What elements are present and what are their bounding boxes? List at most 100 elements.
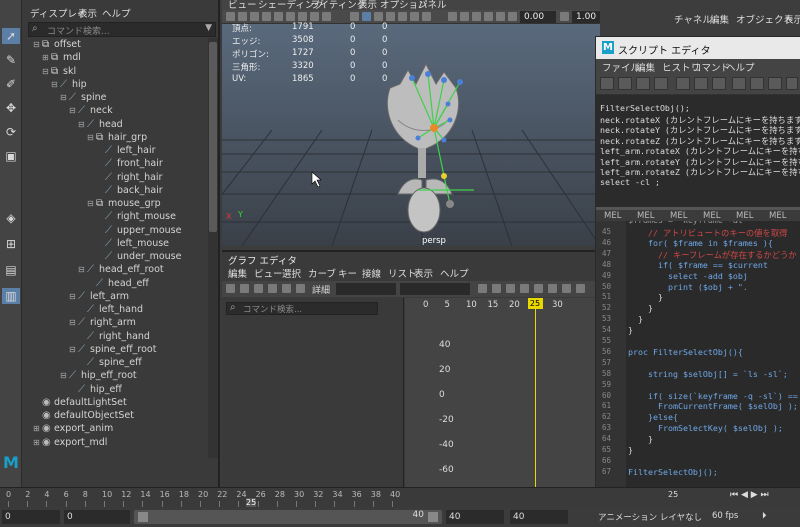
outliner-item-hip-eff[interactable]: ⟋ hip_eff [69,383,122,396]
graph-menu-item[interactable]: 接線 [362,266,381,280]
source-script-icon[interactable] [618,77,632,90]
graph-menu-item[interactable]: 表示 [414,266,433,280]
graph-search-input[interactable]: ⌕ コマンド検索... [226,302,378,315]
range-start-handle[interactable] [138,512,148,522]
layout-single-icon[interactable]: ◈ [2,210,20,226]
menu-show[interactable]: 表示 [784,12,800,26]
paint-tool-icon[interactable]: ✐ [2,76,20,92]
outliner-item-back-hair[interactable]: ⟋ back_hair [96,184,163,197]
open-script-icon[interactable] [600,77,614,90]
range-end-handle[interactable] [428,512,438,522]
clear-input-icon[interactable] [694,77,708,90]
outliner-item-hip-eff-root[interactable]: ⊟ ⟋ hip_eff_root [60,369,137,382]
select-tool-icon[interactable]: ➚ [2,28,20,44]
script-menu-item[interactable]: 編集 [636,60,655,74]
current-frame-field[interactable]: 25 [668,490,678,499]
outliner-item-front-hair[interactable]: ⟋ front_hair [96,157,163,170]
outliner-item-hair-grp[interactable]: ⊟ ⧉ hair_grp [87,131,147,144]
show-history-icon[interactable] [732,77,746,90]
expand-toggle-icon[interactable]: ⊞ [42,51,51,64]
script-tab-mel[interactable]: MEL [637,211,654,221]
expand-toggle-icon[interactable]: ⊟ [87,131,96,144]
graph-menu-item[interactable]: 編集 [228,266,247,280]
end-time-field[interactable]: 40 [510,510,568,524]
show-input-icon[interactable] [750,77,764,90]
outliner-item-head-eff-root[interactable]: ⊟ ⟋ head_eff_root [78,263,164,276]
start-time-field[interactable]: 0 [2,510,60,524]
tabs-icon[interactable] [786,77,798,90]
expand-toggle-icon[interactable]: ⊟ [87,197,96,210]
expand-toggle-icon[interactable]: ⊞ [33,422,42,435]
script-menu-item[interactable]: ヘルプ [726,60,755,74]
playback-end-field[interactable]: 40 [446,510,504,524]
flat-tangent-icon[interactable] [534,284,543,293]
outliner-item-right-mouse[interactable]: ⟋ right_mouse [96,210,176,223]
outliner-item-offset[interactable]: ⊟ ⧉ offset [33,38,81,51]
outliner-item-upper-mouse[interactable]: ⟋ upper_mouse [96,224,181,237]
playback-controls-icon[interactable]: ⏮ ◀ ▶ ⏭ [730,490,769,500]
key-time-field[interactable] [336,283,396,295]
graph-editor-plot[interactable]: 05101520253040200-20-40-60-8025 [405,298,600,500]
script-history-panel[interactable]: FilterSelectObj(); neck.rotateX (カレントフレーム… [596,95,800,207]
retime-icon[interactable] [282,284,291,293]
save-script-icon[interactable] [636,77,650,90]
expand-toggle-icon[interactable]: ⊟ [69,316,78,329]
lattice-icon[interactable] [254,284,263,293]
outliner-item-left-hand[interactable]: ⟋ left_hand [78,303,143,316]
script-input-panel[interactable]: 45 46 47 48 49 50 51 52 53 54 55 56 57 58 59 60 61 62 63 64… [596,221,800,495]
step-tangent-icon[interactable] [548,284,557,293]
script-tab-mel[interactable]: MEL [670,211,687,221]
outliner-item-left-hair[interactable]: ⟋ left_hair [96,144,156,157]
region-icon[interactable] [268,284,277,293]
expand-toggle-icon[interactable]: ⊟ [33,38,42,51]
expand-toggle-icon[interactable]: ⊟ [51,78,60,91]
move-tool-icon[interactable]: ✥ [2,100,20,116]
expand-toggle-icon[interactable]: ⊞ [33,436,42,449]
expand-toggle-icon[interactable]: ⊟ [69,290,78,303]
spline-tangent-icon[interactable] [492,284,501,293]
outliner-item-spine-eff[interactable]: ⟋ spine_eff [78,356,142,369]
current-frame-marker[interactable]: 25 [527,298,543,309]
menu-show[interactable]: 表示 [78,6,97,20]
time-slider[interactable]: 0 2 4 6 8 10 12 14 16 18 20 22 24 26 28 30 32 34 36 38 40 25 2… [0,487,800,508]
outliner-item-left-mouse[interactable]: ⟋ left_mouse [96,237,169,250]
chevron-down-icon[interactable]: ▼ [205,23,212,33]
outliner-item-defaultlightset[interactable]: ◉ defaultLightSet [33,396,127,409]
rotate-tool-icon[interactable]: ⟳ [2,124,20,140]
viewport-persp[interactable]: ビュー シェーディング ライティング 表示 オプション パネル 0.00 1.0… [222,0,600,246]
layout-four-icon[interactable]: ⊞ [2,236,20,252]
expand-toggle-icon[interactable]: ⊟ [42,65,51,78]
code-area[interactable]: $frames = `keyframe -at // アトリビュートのキーの値を… [628,221,800,495]
expand-toggle-icon[interactable]: ⊟ [60,369,69,382]
graph-menu-item[interactable]: ヘルプ [440,266,469,280]
graph-menu-item[interactable]: リスト [388,266,417,280]
outliner-item-right-hair[interactable]: ⟋ right_hair [96,171,162,184]
expand-toggle-icon[interactable]: ⊟ [78,118,87,131]
menu-edit[interactable]: 編集 [710,12,729,26]
scrollbar-thumb[interactable] [209,42,217,232]
graph-menu-item[interactable]: キー [338,266,357,280]
outliner-item-right-hand[interactable]: ⟋ right_hand [78,330,150,343]
script-menu-item[interactable]: ファイル [602,60,640,74]
plateau-tangent-icon[interactable] [562,284,571,293]
character-model[interactable] [222,0,600,246]
layout-split-icon[interactable]: ▤ [2,262,20,278]
show-both-icon[interactable] [768,77,782,90]
graph-menu-item[interactable]: カーブ [308,266,336,280]
outliner-item-export-anim[interactable]: ⊞ ◉ export_anim [33,422,113,435]
key-value-field[interactable] [400,283,470,295]
clear-all-icon[interactable] [712,77,726,90]
scale-tool-icon[interactable]: ▣ [2,148,20,164]
script-tab-mel[interactable]: MEL [703,211,720,221]
lasso-tool-icon[interactable]: ✎ [2,52,20,68]
outliner-item-mouse-grp[interactable]: ⊟ ⧉ mouse_grp [87,197,161,210]
anim-layer-dropdown[interactable]: アニメーション レイヤなし [598,511,702,523]
auto-key-icon[interactable]: ⏵ [762,511,767,521]
outliner-item-export-mdl[interactable]: ⊞ ◉ export_mdl [33,436,107,449]
outliner-item-head[interactable]: ⊟ ⟋ head [78,118,123,131]
linear-tangent-icon[interactable] [520,284,529,293]
outliner-item-neck[interactable]: ⊟ ⟋ neck [69,104,113,117]
fps-dropdown[interactable]: 60 fps [712,511,738,521]
outliner-item-head-eff[interactable]: ⟋ head_eff [87,277,149,290]
clear-history-icon[interactable] [676,77,690,90]
